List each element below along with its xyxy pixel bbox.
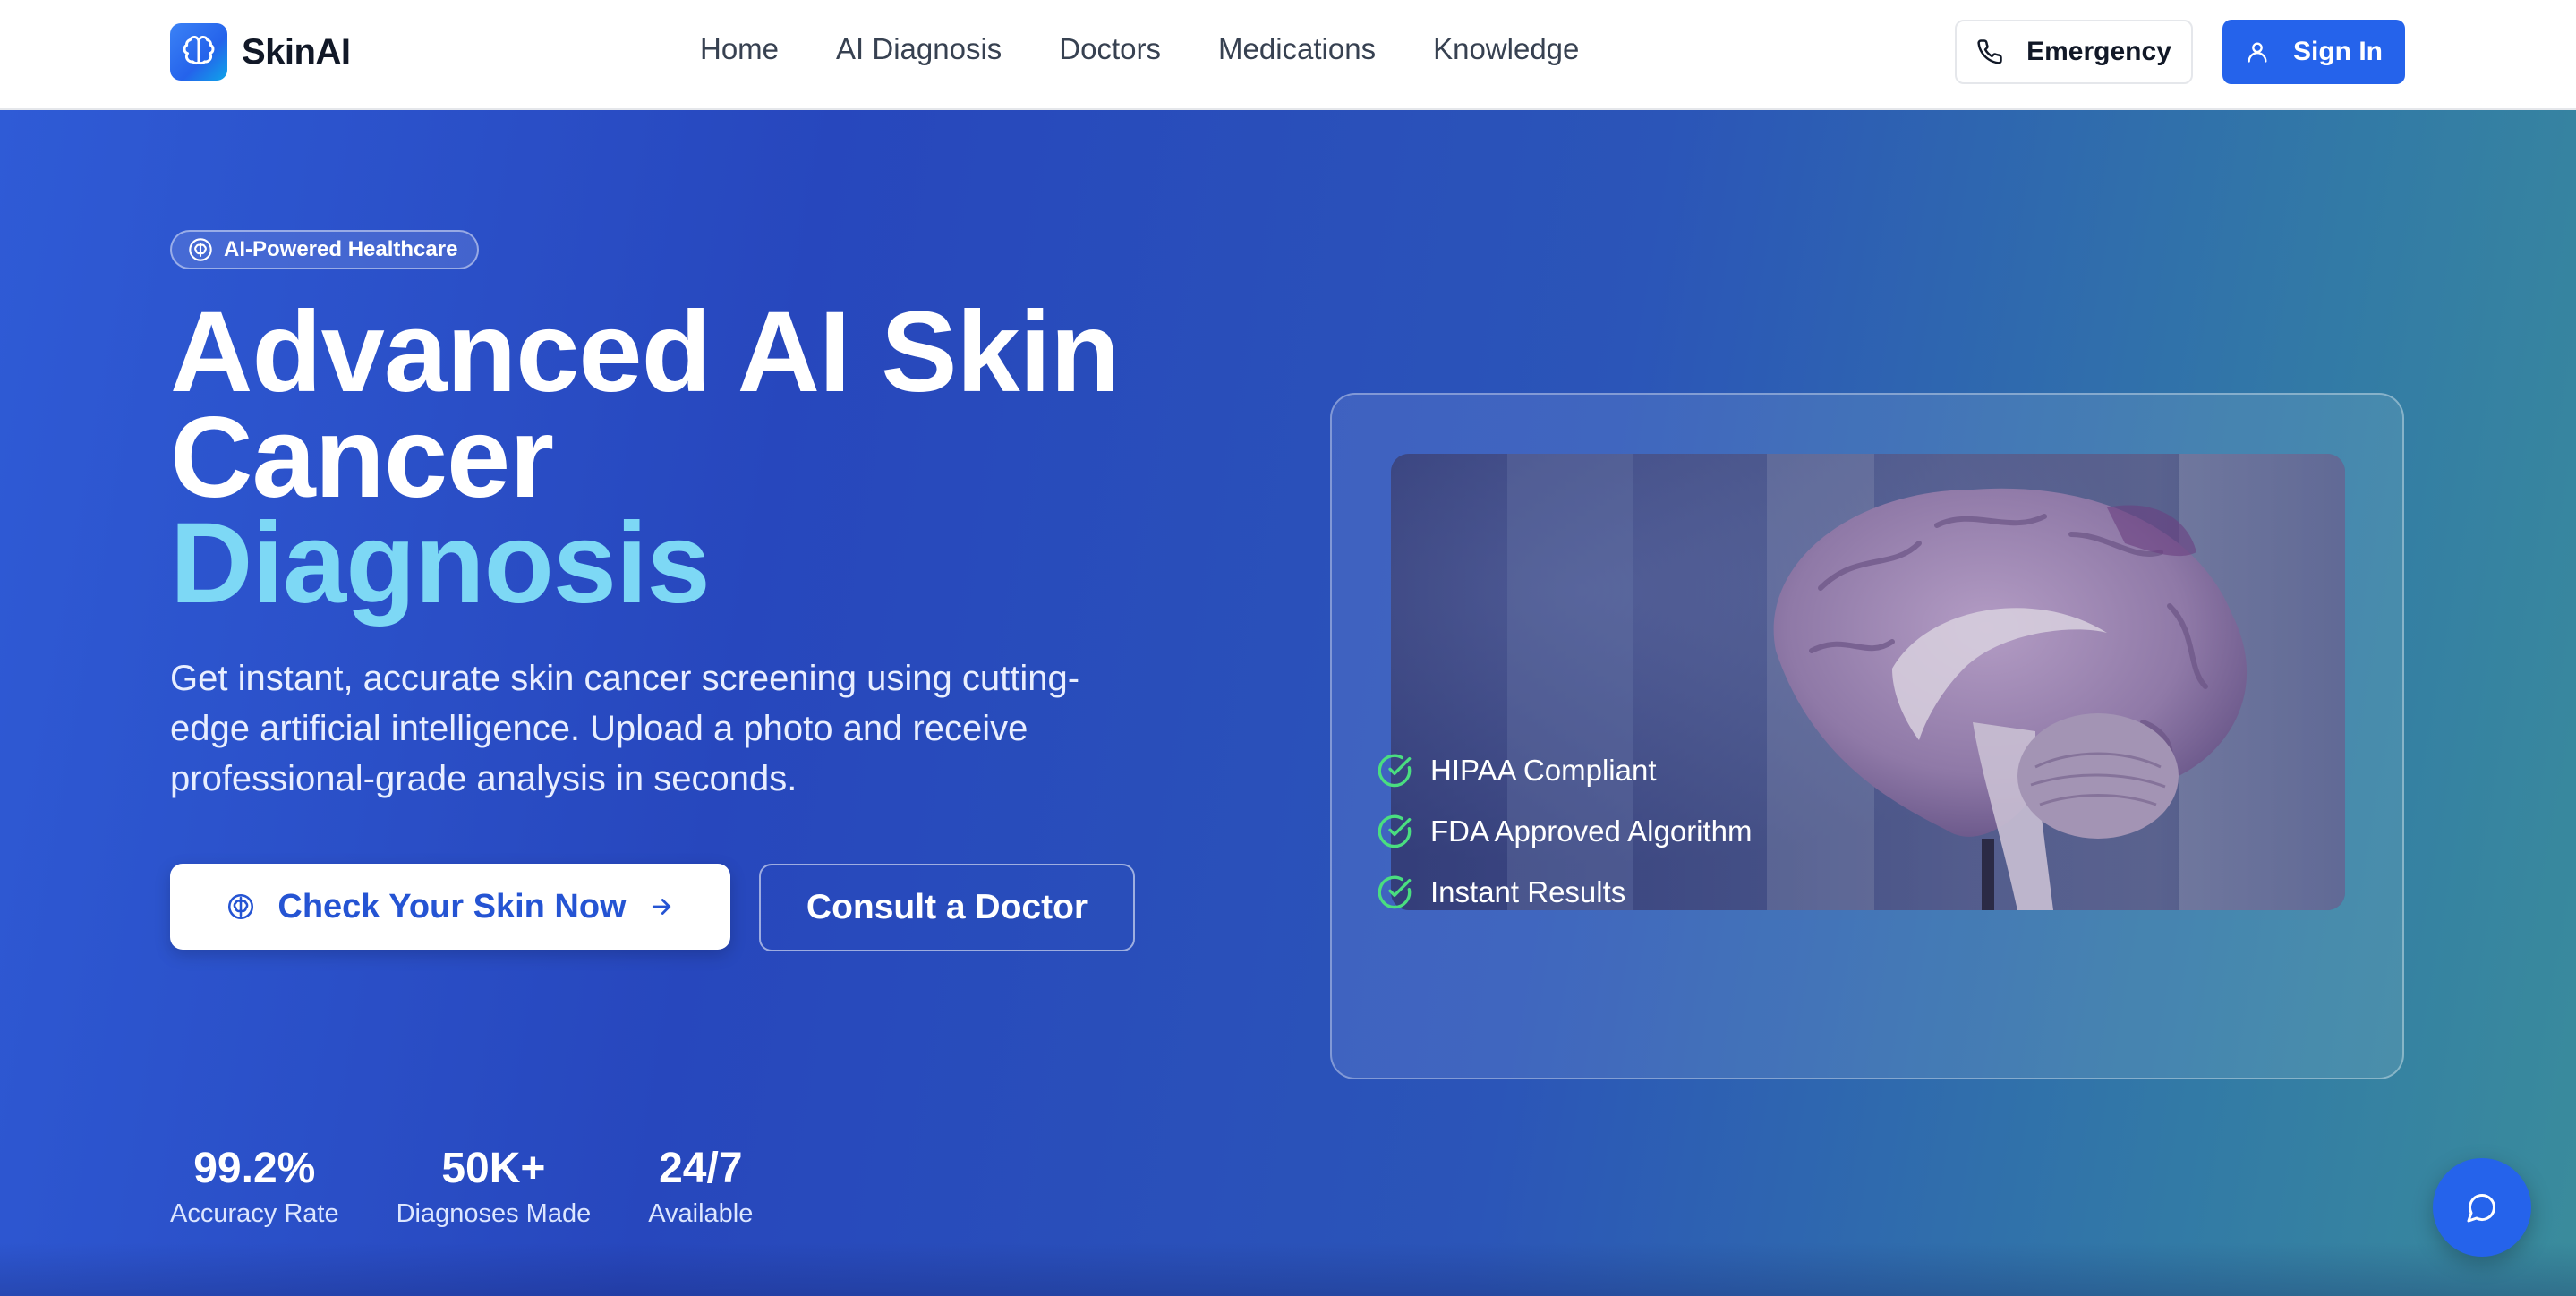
hero-image-card: HIPAA Compliant FDA Approved Algorithm I… bbox=[1330, 393, 2404, 1079]
headline-line-1: Advanced AI Skin bbox=[170, 288, 1120, 416]
feature-list: HIPAA Compliant FDA Approved Algorithm I… bbox=[1377, 753, 1753, 935]
nav-link-ai-diagnosis[interactable]: AI Diagnosis bbox=[836, 32, 1002, 66]
hero-stats: 99.2% Accuracy Rate 50K+ Diagnoses Made … bbox=[170, 1144, 810, 1229]
navbar: SkinAI Home AI Diagnosis Doctors Medicat… bbox=[0, 0, 2576, 110]
sign-in-label: Sign In bbox=[2293, 37, 2383, 66]
brain-icon bbox=[189, 238, 212, 261]
consult-doctor-label: Consult a Doctor bbox=[806, 888, 1088, 926]
main-nav: Home AI Diagnosis Doctors Medications Kn… bbox=[700, 32, 1579, 66]
stat-value: 24/7 bbox=[659, 1145, 743, 1192]
stat-accuracy: 99.2% Accuracy Rate bbox=[170, 1144, 339, 1229]
phone-icon bbox=[1977, 39, 2002, 64]
check-skin-button[interactable]: Check Your Skin Now bbox=[170, 864, 730, 950]
hero-badge: AI-Powered Healthcare bbox=[170, 230, 480, 269]
stat-value: 99.2% bbox=[193, 1145, 316, 1192]
stat-diagnoses: 50K+ Diagnoses Made bbox=[397, 1144, 592, 1229]
consult-doctor-button[interactable]: Consult a Doctor bbox=[759, 864, 1135, 951]
sign-in-button[interactable]: Sign In bbox=[2222, 20, 2405, 84]
hero-headline: Advanced AI Skin Cancer Diagnosis bbox=[170, 288, 1334, 627]
brand-name: SkinAI bbox=[242, 31, 351, 72]
brain-icon bbox=[228, 893, 254, 920]
emergency-button[interactable]: Emergency bbox=[1955, 20, 2193, 84]
stat-value: 50K+ bbox=[441, 1145, 546, 1192]
hero-badge-label: AI-Powered Healthcare bbox=[224, 237, 458, 261]
stat-label: Diagnoses Made bbox=[396, 1199, 592, 1228]
chat-button[interactable] bbox=[2433, 1158, 2531, 1257]
headline-accent: Diagnosis bbox=[170, 499, 711, 627]
user-icon bbox=[2248, 42, 2267, 63]
emergency-label: Emergency bbox=[2026, 37, 2171, 66]
check-circle-icon bbox=[1378, 875, 1412, 909]
arrow-right-icon bbox=[652, 899, 670, 915]
stat-label: Available bbox=[648, 1199, 754, 1228]
nav-link-knowledge[interactable]: Knowledge bbox=[1433, 32, 1579, 66]
chat-bubble-icon bbox=[2467, 1193, 2496, 1223]
feature-label: HIPAA Compliant bbox=[1430, 754, 1657, 787]
headline-line-2: Cancer bbox=[170, 394, 554, 522]
brain-icon bbox=[170, 23, 227, 81]
hero-shade bbox=[0, 1242, 2576, 1296]
brand-logo[interactable]: SkinAI bbox=[170, 23, 351, 81]
stat-label: Accuracy Rate bbox=[170, 1199, 339, 1228]
feature-label: Instant Results bbox=[1430, 875, 1626, 908]
check-skin-label: Check Your Skin Now bbox=[277, 887, 627, 925]
nav-link-home[interactable]: Home bbox=[700, 32, 779, 66]
hero-subtitle: Get instant, accurate skin cancer screen… bbox=[170, 659, 1080, 798]
feature-item: FDA Approved Algorithm bbox=[1377, 814, 1753, 849]
stat-availability: 24/7 Available bbox=[648, 1144, 753, 1229]
feature-label: FDA Approved Algorithm bbox=[1430, 814, 1753, 848]
feature-item: HIPAA Compliant bbox=[1377, 753, 1753, 789]
nav-link-medications[interactable]: Medications bbox=[1218, 32, 1376, 66]
nav-link-doctors[interactable]: Doctors bbox=[1059, 32, 1161, 66]
feature-item: Instant Results bbox=[1377, 874, 1753, 910]
check-circle-icon bbox=[1378, 814, 1412, 848]
check-circle-icon bbox=[1378, 754, 1412, 788]
